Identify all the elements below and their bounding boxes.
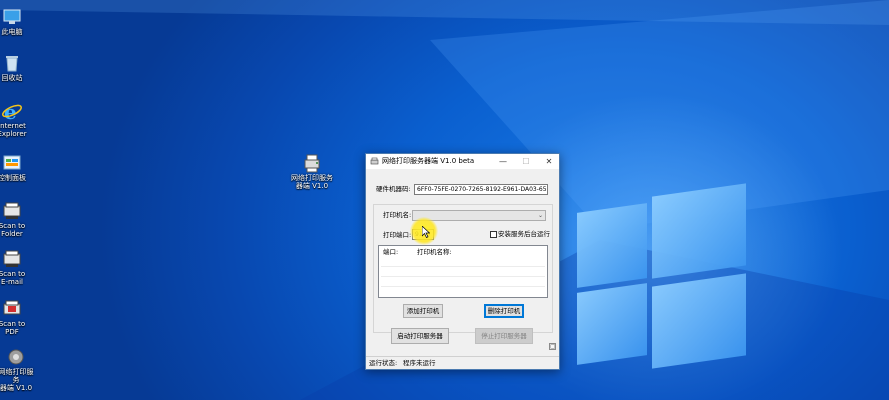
print-server-window: 网络打印服务器端 V1.0 beta — ☐ ✕ 硬件机器码: 6FF0-75F… bbox=[365, 153, 560, 370]
network-print-server-app-icon bbox=[304, 154, 320, 173]
desktop-icon-control-panel[interactable]: 控制面板 bbox=[0, 152, 30, 182]
desktop-icon-label: 回收站 bbox=[1, 74, 23, 82]
column-header-port[interactable]: 端口: bbox=[383, 248, 398, 257]
stop-server-button[interactable]: 停止打印服务器 bbox=[475, 328, 533, 344]
delete-printer-button[interactable]: 删除打印机 bbox=[484, 304, 524, 318]
printer-name-label: 打印机名: bbox=[383, 211, 412, 219]
install-service-checkbox[interactable] bbox=[490, 231, 497, 238]
network-print-server-shortcut-icon bbox=[8, 349, 24, 365]
hardware-code-field[interactable]: 6FF0-75FE-0270-7265-8192-E961-DA03-65B5 bbox=[414, 184, 548, 195]
desktop-icon-scan-to-folder[interactable]: Scan to Folder bbox=[0, 200, 30, 238]
maximize-button[interactable]: ☐ bbox=[515, 154, 537, 169]
desktop-icon-label: 控制面板 bbox=[0, 174, 26, 182]
column-header-printer-name[interactable]: 打印机名称: bbox=[417, 248, 452, 257]
scan-to-folder-icon bbox=[3, 202, 21, 219]
internet-explorer-icon: e bbox=[2, 100, 22, 122]
recycle-bin-icon bbox=[6, 56, 18, 72]
this-pc-icon bbox=[3, 9, 21, 24]
chevron-down-icon: ⌄ bbox=[537, 212, 543, 219]
status-label: 运行状态: bbox=[369, 359, 398, 367]
desktop-icon-network-print-server[interactable]: 网络打印服务 器端 V1.0 bbox=[0, 346, 36, 392]
close-button[interactable]: ✕ bbox=[538, 154, 560, 169]
desktop-icon-label: 网络打印服务 器端 V1.0 bbox=[291, 174, 333, 190]
printer-app-icon bbox=[370, 157, 379, 165]
printer-port-label: 打印端口: bbox=[383, 231, 412, 239]
desktop-icon-this-pc[interactable]: 此电脑 bbox=[0, 6, 30, 36]
list-row bbox=[381, 277, 545, 287]
desktop-icon-label: Scan to Folder bbox=[0, 222, 26, 238]
desktop-icon-recycle-bin[interactable]: 回收站 bbox=[0, 52, 30, 82]
desktop-icon-label: 网络打印服务 器端 V1.0 bbox=[0, 368, 34, 392]
title-bar[interactable]: 网络打印服务器端 V1.0 beta — ☐ ✕ bbox=[366, 154, 559, 169]
desktop-icon-scan-to-email[interactable]: Scan to E-mail bbox=[0, 248, 30, 286]
scan-to-pdf-icon bbox=[3, 300, 21, 315]
desktop-icon-internet-explorer[interactable]: e Internet Explorer bbox=[0, 100, 30, 138]
desktop-wallpaper: 此电脑 回收站 e Internet Explorer 控制面板 Scan to bbox=[0, 0, 889, 400]
desktop-icon-network-print-server-center[interactable]: 网络打印服务 器端 V1.0 bbox=[290, 152, 334, 190]
desktop-icon-label: Scan to PDF bbox=[0, 320, 26, 336]
windows-logo bbox=[575, 183, 750, 380]
minimize-button[interactable]: — bbox=[492, 154, 514, 169]
start-server-button[interactable]: 启动打印服务器 bbox=[391, 328, 449, 344]
desktop-icon-label: 此电脑 bbox=[1, 28, 23, 36]
hardware-code-label: 硬件机器码: bbox=[376, 185, 411, 193]
status-bar: 运行状态: 程序未运行 bbox=[366, 356, 559, 369]
control-panel-icon bbox=[3, 155, 21, 170]
desktop-icon-label: Scan to E-mail bbox=[0, 270, 26, 286]
printer-list[interactable]: 端口: 打印机名称: bbox=[378, 245, 548, 298]
scan-to-email-icon bbox=[3, 250, 21, 267]
list-row bbox=[381, 267, 545, 277]
list-row bbox=[381, 287, 545, 297]
desktop-icon-label: Internet Explorer bbox=[0, 122, 27, 138]
desktop-icon-scan-to-pdf[interactable]: Scan to PDF bbox=[0, 298, 30, 336]
list-row bbox=[381, 257, 545, 267]
window-title: 网络打印服务器端 V1.0 beta bbox=[382, 157, 475, 165]
expand-icon[interactable]: ▢ bbox=[549, 343, 556, 350]
status-value: 程序未运行 bbox=[403, 359, 436, 367]
mouse-pointer-icon bbox=[422, 226, 430, 238]
install-service-label: 安装服务后台运行 bbox=[498, 230, 550, 238]
add-printer-button[interactable]: 添加打印机 bbox=[403, 304, 443, 318]
